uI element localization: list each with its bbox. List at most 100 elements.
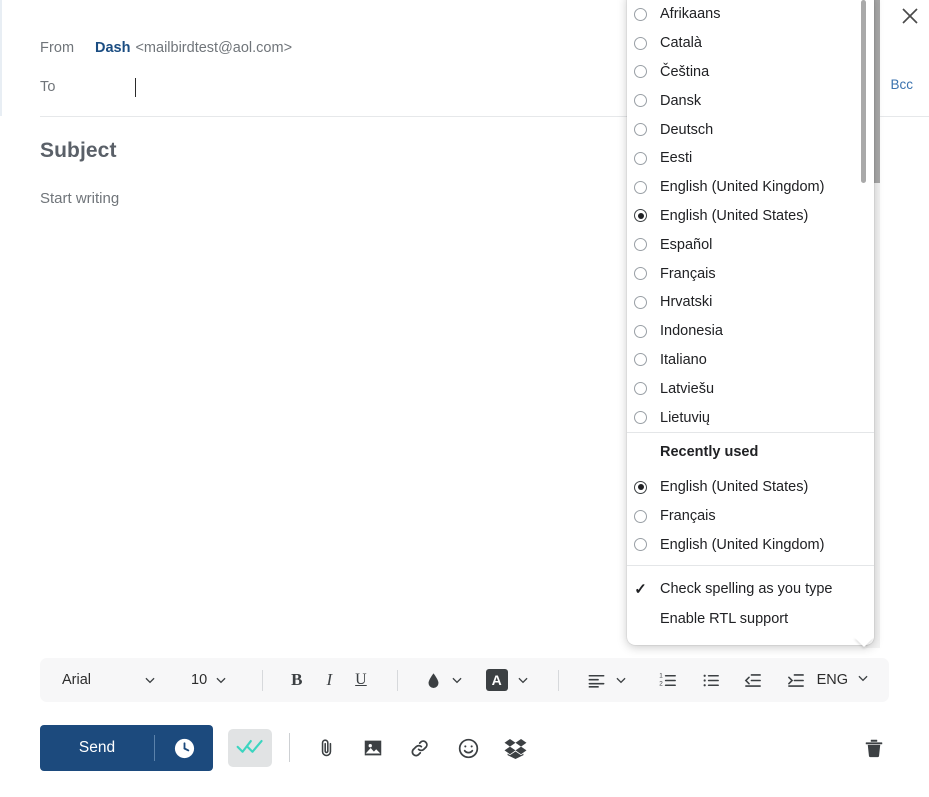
numbered-list-icon[interactable]: 1 2	[658, 658, 678, 702]
insert-link-icon[interactable]	[400, 728, 440, 768]
option-label: Lietuvių	[660, 409, 710, 426]
to-row[interactable]: To	[40, 73, 136, 101]
language-menu-scrollbar-track[interactable]	[861, 0, 866, 430]
language-chevron-down-icon	[856, 671, 870, 690]
option-label: Italiano	[660, 351, 707, 368]
language-menu: Afrikaans Català Čeština Dansk Deutsch Eesti E…	[627, 0, 874, 647]
subject-input[interactable]: Subject	[40, 139, 117, 163]
language-option-1[interactable]: Català	[627, 29, 874, 58]
radio-unselected-icon	[634, 65, 647, 79]
radio-unselected-icon	[634, 36, 647, 50]
language-option-12[interactable]: Italiano	[627, 346, 874, 375]
spellcheck-option-0[interactable]: ✓ Check spelling as you type	[627, 574, 874, 604]
spellcheck-option-1[interactable]: Enable RTL support	[627, 604, 874, 634]
message-body-input[interactable]: Start writing	[40, 190, 119, 207]
decrease-indent-icon[interactable]	[743, 658, 763, 702]
svg-text:1: 1	[659, 672, 663, 679]
toolbar-divider	[396, 669, 398, 691]
recently-used-list: English (United States) Français English (…	[627, 473, 874, 559]
svg-text:2: 2	[659, 680, 663, 687]
language-option-4[interactable]: Deutsch	[627, 115, 874, 144]
insert-image-icon[interactable]	[353, 728, 393, 768]
checkmark-icon: ✓	[634, 581, 647, 598]
text-color-droplet-icon[interactable]	[425, 658, 442, 702]
underline-button[interactable]: U	[355, 658, 367, 702]
language-option-8[interactable]: Español	[627, 230, 874, 259]
language-list-scrollarea[interactable]: Afrikaans Català Čeština Dansk Deutsch Eesti E…	[627, 0, 874, 430]
language-option-0[interactable]: Afrikaans	[627, 0, 874, 29]
language-option-5[interactable]: Eesti	[627, 144, 874, 173]
left-accent-rail	[0, 0, 2, 116]
menu-divider	[627, 565, 874, 566]
option-label: Français	[660, 508, 716, 525]
language-label: ENG	[816, 672, 848, 688]
schedule-send-clock-icon[interactable]	[155, 737, 213, 760]
option-label: Check spelling as you type	[660, 581, 833, 597]
language-option-3[interactable]: Dansk	[627, 86, 874, 115]
dropbox-icon[interactable]	[495, 728, 535, 768]
highlight-chevron-down-icon[interactable]	[516, 658, 530, 702]
menu-divider	[627, 432, 874, 433]
bold-button[interactable]: B	[291, 658, 302, 702]
radio-unselected-icon	[634, 151, 647, 165]
radio-unselected-icon	[634, 7, 647, 21]
align-chevron-down-icon[interactable]	[614, 658, 628, 702]
highlight-color-button[interactable]: A	[485, 669, 508, 691]
from-row: From Dash <mailbirdtest@aol.com>	[40, 34, 292, 62]
from-sender-address: <mailbirdtest@aol.com>	[135, 40, 293, 56]
option-label: Català	[660, 35, 702, 52]
language-option-7[interactable]: English (United States)	[627, 202, 874, 231]
toolbar-divider	[262, 669, 264, 691]
bulleted-list-icon[interactable]	[701, 658, 721, 702]
compose-action-bar: Send	[0, 716, 929, 797]
option-label: Deutsch	[660, 121, 714, 138]
language-menu-scrollbar-thumb[interactable]	[861, 0, 866, 183]
discard-draft-trash-icon[interactable]	[854, 728, 894, 768]
radio-selected-icon	[634, 480, 647, 494]
text-color-chevron-down-icon[interactable]	[450, 658, 464, 702]
language-option-11[interactable]: Indonesia	[627, 317, 874, 346]
radio-unselected-icon	[634, 324, 647, 338]
recent-language-option-0[interactable]: English (United States)	[627, 473, 874, 502]
option-label: Čeština	[660, 63, 710, 80]
option-label: Hrvatski	[660, 294, 713, 311]
close-icon[interactable]	[898, 4, 922, 28]
language-option-6[interactable]: English (United Kingdom)	[627, 173, 874, 202]
language-option-14[interactable]: Lietuvių	[627, 403, 874, 430]
to-input-caret[interactable]	[135, 77, 136, 97]
increase-indent-icon[interactable]	[786, 658, 806, 702]
radio-unselected-icon	[634, 353, 647, 367]
option-label: Dansk	[660, 92, 702, 109]
recent-language-option-1[interactable]: Français	[627, 502, 874, 531]
from-label: From	[40, 40, 75, 56]
radio-unselected-icon	[634, 295, 647, 309]
align-left-icon[interactable]	[587, 658, 606, 702]
attach-file-paperclip-icon[interactable]	[306, 728, 346, 768]
spellcheck-options-list: ✓ Check spelling as you type Enable RTL su…	[627, 574, 874, 634]
read-receipt-button[interactable]	[228, 729, 272, 767]
font-size-select[interactable]: 10	[191, 658, 207, 702]
language-option-2[interactable]: Čeština	[627, 58, 874, 87]
bcc-link[interactable]: Bcc	[890, 77, 913, 92]
radio-unselected-icon	[634, 382, 647, 396]
option-label: English (United States)	[660, 479, 809, 496]
radio-unselected-icon	[634, 411, 647, 425]
option-label: Enable RTL support	[660, 611, 789, 627]
radio-unselected-icon	[634, 180, 647, 194]
font-size-chevron-down-icon[interactable]	[214, 658, 228, 702]
option-label: Indonesia	[660, 323, 723, 340]
language-option-13[interactable]: Latviešu	[627, 374, 874, 403]
insert-emoji-icon[interactable]	[448, 728, 488, 768]
send-button[interactable]: Send	[40, 725, 213, 771]
recent-language-option-2[interactable]: English (United Kingdom)	[627, 531, 874, 560]
send-button-label: Send	[78, 739, 116, 756]
font-family-chevron-down-icon[interactable]	[143, 658, 157, 702]
language-option-9[interactable]: Français	[627, 259, 874, 288]
language-select-button[interactable]: ENG	[817, 658, 870, 702]
font-family-select[interactable]: Arial	[62, 658, 91, 702]
italic-button[interactable]: I	[327, 658, 333, 702]
option-label: Latviešu	[660, 380, 715, 397]
language-option-10[interactable]: Hrvatski	[627, 288, 874, 317]
option-label: Afrikaans	[660, 6, 721, 23]
language-list: Afrikaans Català Čeština Dansk Deutsch Eesti E…	[627, 0, 874, 430]
